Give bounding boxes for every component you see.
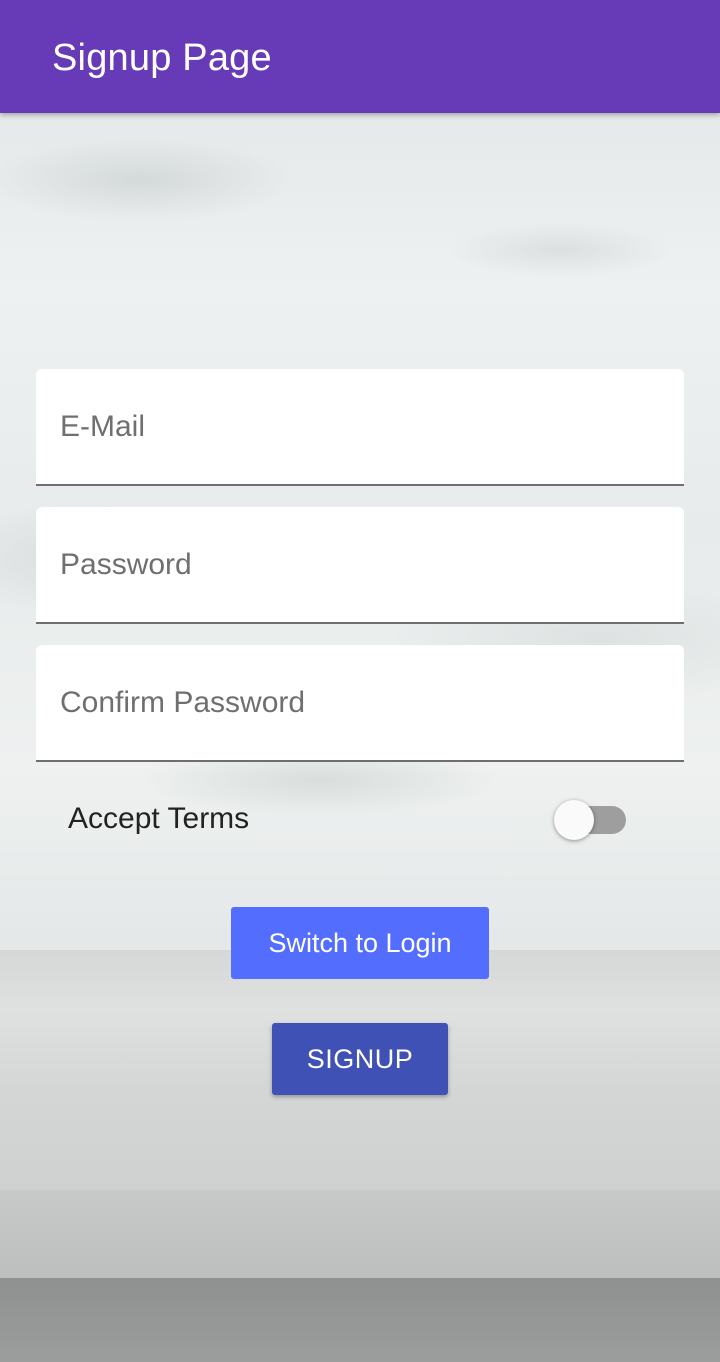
page-title: Signup Page: [52, 37, 272, 79]
switch-to-login-button[interactable]: Switch to Login: [231, 907, 489, 979]
email-field-container: [36, 369, 684, 486]
accept-terms-switch[interactable]: [554, 800, 628, 840]
confirm-password-field[interactable]: [60, 645, 660, 760]
switch-thumb: [554, 800, 594, 840]
background-floor-edge: [0, 1190, 720, 1278]
password-field-container: [36, 507, 684, 624]
background-floor-base: [0, 1278, 720, 1362]
accept-terms-label: Accept Terms: [68, 802, 250, 835]
email-field[interactable]: [60, 369, 660, 484]
signup-button[interactable]: SIGNUP: [272, 1023, 448, 1095]
app-bar: Signup Page: [0, 0, 720, 113]
confirm-password-field-container: [36, 645, 684, 762]
password-field[interactable]: [60, 507, 660, 622]
